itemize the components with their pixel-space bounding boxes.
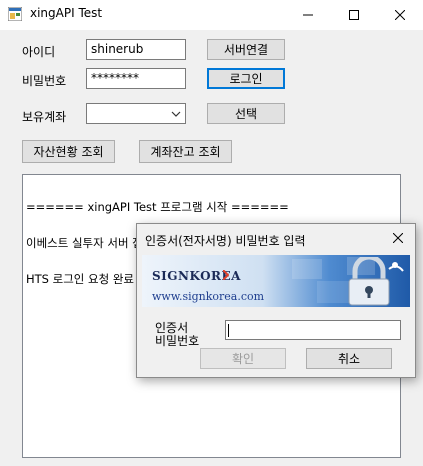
- close-button[interactable]: [377, 0, 423, 30]
- minimize-icon: [303, 14, 313, 16]
- select-account-button[interactable]: 선택: [207, 103, 285, 124]
- password-field-label-2: 비밀번호: [155, 334, 200, 348]
- log-line: ====== xingAPI Test 프로그램 시작 ======: [26, 200, 289, 214]
- certificate-password-input[interactable]: [225, 320, 401, 340]
- dialog-close-icon[interactable]: [393, 233, 403, 243]
- title-bar: xingAPI Test: [0, 0, 423, 30]
- maximize-icon: [349, 10, 359, 20]
- brand-url: www.signkorea.com: [152, 290, 265, 303]
- maximize-button[interactable]: [331, 0, 377, 30]
- account-select[interactable]: [86, 103, 186, 124]
- dialog-title: 인증서(전자서명) 비밀번호 입력: [145, 234, 306, 248]
- window-title: xingAPI Test: [30, 6, 103, 20]
- text-caret: [228, 324, 229, 337]
- id-input[interactable]: shinerub: [86, 39, 186, 60]
- lock-icon: [348, 257, 404, 306]
- password-label: 비밀번호: [22, 74, 67, 88]
- ok-button[interactable]: 확인: [200, 348, 286, 369]
- minimize-button[interactable]: [285, 0, 331, 30]
- login-button[interactable]: 로그인: [207, 68, 285, 89]
- password-input[interactable]: ********: [86, 68, 186, 89]
- signkorea-banner: SIGNKOREA www.signkorea.com: [142, 255, 410, 307]
- server-connect-button[interactable]: 서버연결: [207, 39, 285, 60]
- asset-query-button[interactable]: 자산현황 조회: [22, 140, 115, 163]
- id-label: 아이디: [22, 45, 56, 59]
- close-icon: [395, 10, 405, 20]
- certificate-password-dialog: 인증서(전자서명) 비밀번호 입력 SIGNKOREA www.signkore…: [136, 223, 416, 378]
- brand-mark-icon: [223, 270, 229, 280]
- cancel-button[interactable]: 취소: [306, 348, 392, 369]
- account-label: 보유계좌: [22, 110, 67, 124]
- balance-query-button[interactable]: 계좌잔고 조회: [139, 140, 232, 163]
- app-icon: [8, 7, 22, 21]
- chevron-down-icon: [171, 111, 181, 117]
